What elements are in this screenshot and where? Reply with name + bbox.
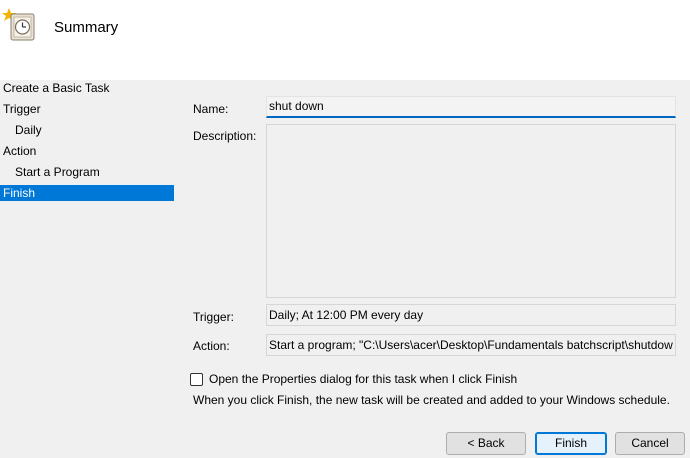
action-value-field: Start a program; "C:\Users\acer\Desktop\… bbox=[266, 334, 676, 356]
sidebar-item-create-basic-task: Create a Basic Task bbox=[3, 81, 110, 95]
name-field[interactable]: shut down bbox=[266, 96, 676, 118]
cancel-button[interactable]: Cancel bbox=[615, 432, 685, 455]
trigger-label: Trigger: bbox=[193, 310, 234, 324]
sidebar-item-finish: Finish bbox=[0, 185, 174, 201]
sidebar-item-start-program: Start a Program bbox=[15, 165, 100, 179]
open-properties-checkbox[interactable] bbox=[190, 372, 203, 386]
task-scheduler-clock-icon bbox=[2, 6, 36, 42]
name-label: Name: bbox=[193, 102, 229, 116]
action-label: Action: bbox=[193, 339, 230, 353]
description-field[interactable] bbox=[266, 124, 676, 298]
trigger-value-field: Daily; At 12:00 PM every day bbox=[266, 304, 676, 326]
open-properties-label[interactable]: Open the Properties dialog for this task… bbox=[209, 372, 517, 386]
wizard-header: Summary bbox=[0, 0, 690, 80]
description-label: Description: bbox=[193, 129, 257, 143]
wizard-steps-sidebar: Create a Basic Task Trigger Daily Action… bbox=[0, 80, 175, 458]
back-button[interactable]: < Back bbox=[446, 432, 526, 455]
page-title: Summary bbox=[54, 19, 119, 36]
sidebar-item-daily: Daily bbox=[15, 123, 42, 137]
sidebar-item-trigger: Trigger bbox=[3, 102, 41, 116]
open-properties-option[interactable]: Open the Properties dialog for this task… bbox=[190, 371, 517, 387]
sidebar-item-action: Action bbox=[3, 144, 37, 158]
finish-info-text: When you click Finish, the new task will… bbox=[193, 393, 670, 407]
finish-button[interactable]: Finish bbox=[535, 432, 607, 455]
